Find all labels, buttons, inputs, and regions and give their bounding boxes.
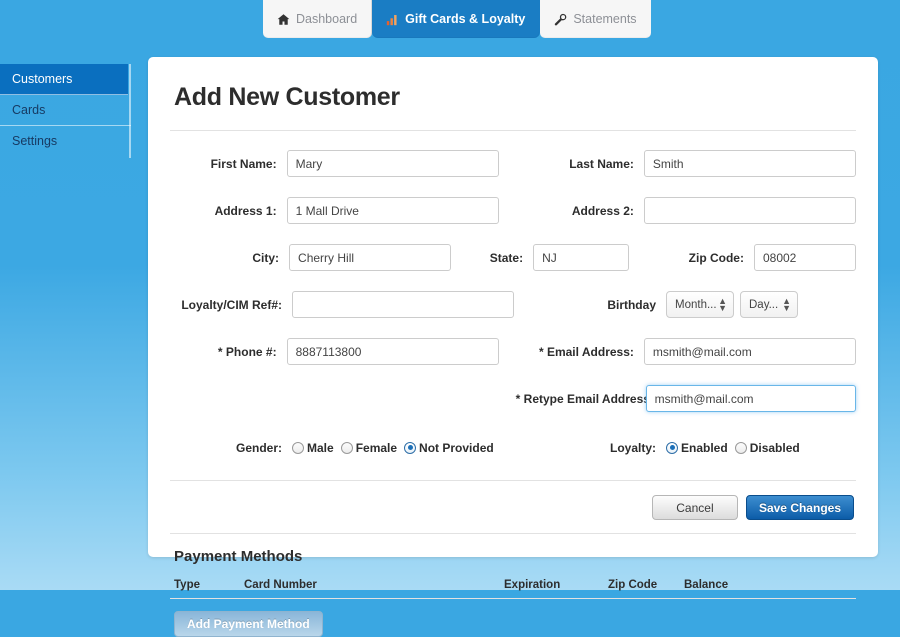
last-name-label: Last Name: bbox=[569, 156, 634, 171]
form-row-phone-email: * Phone #: * Email Address: bbox=[170, 333, 857, 370]
form-row-city-state-zip: City: State: Zip Code: bbox=[170, 239, 856, 276]
address2-input[interactable] bbox=[643, 197, 857, 224]
sidebar-item-customers-label: Customers bbox=[12, 72, 73, 86]
column-header-expiration: Expiration bbox=[504, 579, 608, 599]
bar-chart-icon bbox=[386, 13, 399, 26]
cancel-button[interactable]: Cancel bbox=[651, 495, 738, 520]
select-arrows-icon: ▲ ▼ bbox=[718, 295, 727, 313]
gender-option-male[interactable]: Male bbox=[292, 441, 334, 455]
gender-option-not-provided-label: Not Provided bbox=[419, 440, 494, 455]
tab-dashboard[interactable]: Dashboard bbox=[263, 0, 373, 38]
form-row-address: Address 1: Address 2: bbox=[170, 192, 857, 229]
form-actions: Cancel Save Changes bbox=[170, 481, 856, 520]
birthday-day-value: Day... bbox=[749, 298, 779, 311]
first-name-label: First Name: bbox=[210, 156, 277, 171]
birthday-month-value: Month... bbox=[675, 298, 717, 311]
city-label: City: bbox=[252, 250, 280, 265]
sidebar: Customers Cards Settings bbox=[0, 64, 131, 158]
loyalty-option-enabled[interactable]: Enabled bbox=[666, 441, 728, 455]
sidebar-item-settings[interactable]: Settings bbox=[0, 126, 131, 157]
zip-input[interactable] bbox=[753, 244, 856, 271]
content-card: Add New Customer First Name: Last Name: … bbox=[148, 57, 878, 637]
state-label: State: bbox=[489, 250, 524, 265]
radio-icon[interactable] bbox=[340, 441, 353, 454]
sidebar-item-settings-label: Settings bbox=[12, 134, 58, 148]
gender-option-not-provided[interactable]: Not Provided bbox=[404, 441, 494, 455]
email-label: * Email Address: bbox=[538, 344, 634, 359]
loyalty-ref-input[interactable] bbox=[292, 291, 514, 318]
loyalty-option-enabled-label: Enabled bbox=[681, 440, 728, 455]
gender-option-female[interactable]: Female bbox=[340, 440, 398, 455]
gender-radio-group: Male Female Not Provided bbox=[292, 441, 514, 455]
column-header-card-number: Card Number bbox=[244, 579, 504, 599]
wrench-icon bbox=[554, 13, 567, 26]
gender-label: Gender: bbox=[235, 440, 282, 455]
column-header-type: Type bbox=[170, 579, 244, 599]
gender-option-male-label: Male bbox=[307, 440, 334, 455]
retype-email-label: * Retype Email Address: bbox=[515, 391, 654, 406]
first-name-input[interactable] bbox=[286, 150, 499, 177]
sidebar-rail bbox=[129, 64, 131, 158]
loyalty-option-disabled[interactable]: Disabled bbox=[734, 440, 800, 455]
address1-input[interactable] bbox=[286, 197, 499, 224]
last-name-input[interactable] bbox=[643, 150, 857, 177]
tab-statements-label: Statements bbox=[573, 12, 637, 26]
radio-icon[interactable] bbox=[666, 441, 678, 454]
sidebar-item-customers[interactable]: Customers bbox=[0, 64, 128, 95]
loyalty-label: Loyalty: bbox=[609, 440, 656, 455]
zip-label: Zip Code: bbox=[688, 250, 744, 265]
birthday-month-select[interactable]: Month... ▲ ▼ bbox=[666, 291, 734, 318]
retype-email-input[interactable] bbox=[645, 385, 856, 412]
add-payment-method-button[interactable]: Add Payment Method bbox=[174, 611, 323, 637]
email-input[interactable] bbox=[643, 338, 857, 365]
payment-methods-title: Payment Methods bbox=[174, 548, 303, 565]
save-changes-button[interactable]: Save Changes bbox=[745, 495, 854, 520]
radio-icon[interactable] bbox=[734, 441, 747, 454]
sidebar-item-cards-label: Cards bbox=[12, 103, 46, 117]
payment-methods-footer: Add Payment Method bbox=[170, 599, 856, 637]
sidebar-item-cards[interactable]: Cards bbox=[0, 95, 131, 126]
phone-input[interactable] bbox=[286, 338, 499, 365]
payment-methods-table: Type Card Number Expiration Zip Code Bal… bbox=[170, 579, 856, 599]
tab-dashboard-label: Dashboard bbox=[296, 12, 358, 26]
top-navigation: Dashboard Gift Cards & Loyalty Statement… bbox=[263, 0, 651, 38]
birthday-day-select[interactable]: Day... ▲ ▼ bbox=[740, 291, 798, 318]
phone-label: * Phone #: bbox=[217, 344, 277, 359]
gender-option-female-label: Female bbox=[355, 440, 398, 455]
address1-label: Address 1: bbox=[214, 203, 277, 218]
loyalty-ref-label: Loyalty/CIM Ref#: bbox=[181, 297, 282, 312]
table-header-row: Type Card Number Expiration Zip Code Bal… bbox=[170, 579, 856, 599]
title-divider bbox=[170, 130, 856, 131]
form-row-retype-email: * Retype Email Address: bbox=[170, 380, 856, 417]
city-input[interactable] bbox=[289, 244, 452, 271]
tab-statements[interactable]: Statements bbox=[540, 0, 651, 38]
column-header-zip-code: Zip Code bbox=[608, 579, 684, 599]
address2-label: Address 2: bbox=[571, 203, 634, 218]
state-input[interactable] bbox=[533, 244, 630, 271]
radio-icon[interactable] bbox=[404, 441, 417, 454]
birthday-label: Birthday bbox=[607, 297, 656, 312]
tab-gift-cards-loyalty[interactable]: Gift Cards & Loyalty bbox=[372, 0, 541, 38]
form-row-gender-loyalty: Gender: Male Female Not Provided Loyalty… bbox=[170, 429, 856, 466]
home-icon bbox=[277, 13, 290, 26]
form-row-names: First Name: Last Name: bbox=[170, 145, 857, 182]
form-row-ref-birthday: Loyalty/CIM Ref#: Birthday Month... ▲ ▼ D… bbox=[170, 286, 856, 323]
radio-icon[interactable] bbox=[292, 441, 304, 454]
loyalty-option-disabled-label: Disabled bbox=[749, 440, 800, 455]
loyalty-radio-group: Enabled Disabled bbox=[666, 441, 805, 455]
select-arrows-icon: ▲ ▼ bbox=[782, 295, 791, 313]
page-title: Add New Customer bbox=[174, 83, 400, 111]
tab-gift-cards-loyalty-label: Gift Cards & Loyalty bbox=[405, 12, 526, 26]
column-header-balance: Balance bbox=[684, 579, 856, 599]
